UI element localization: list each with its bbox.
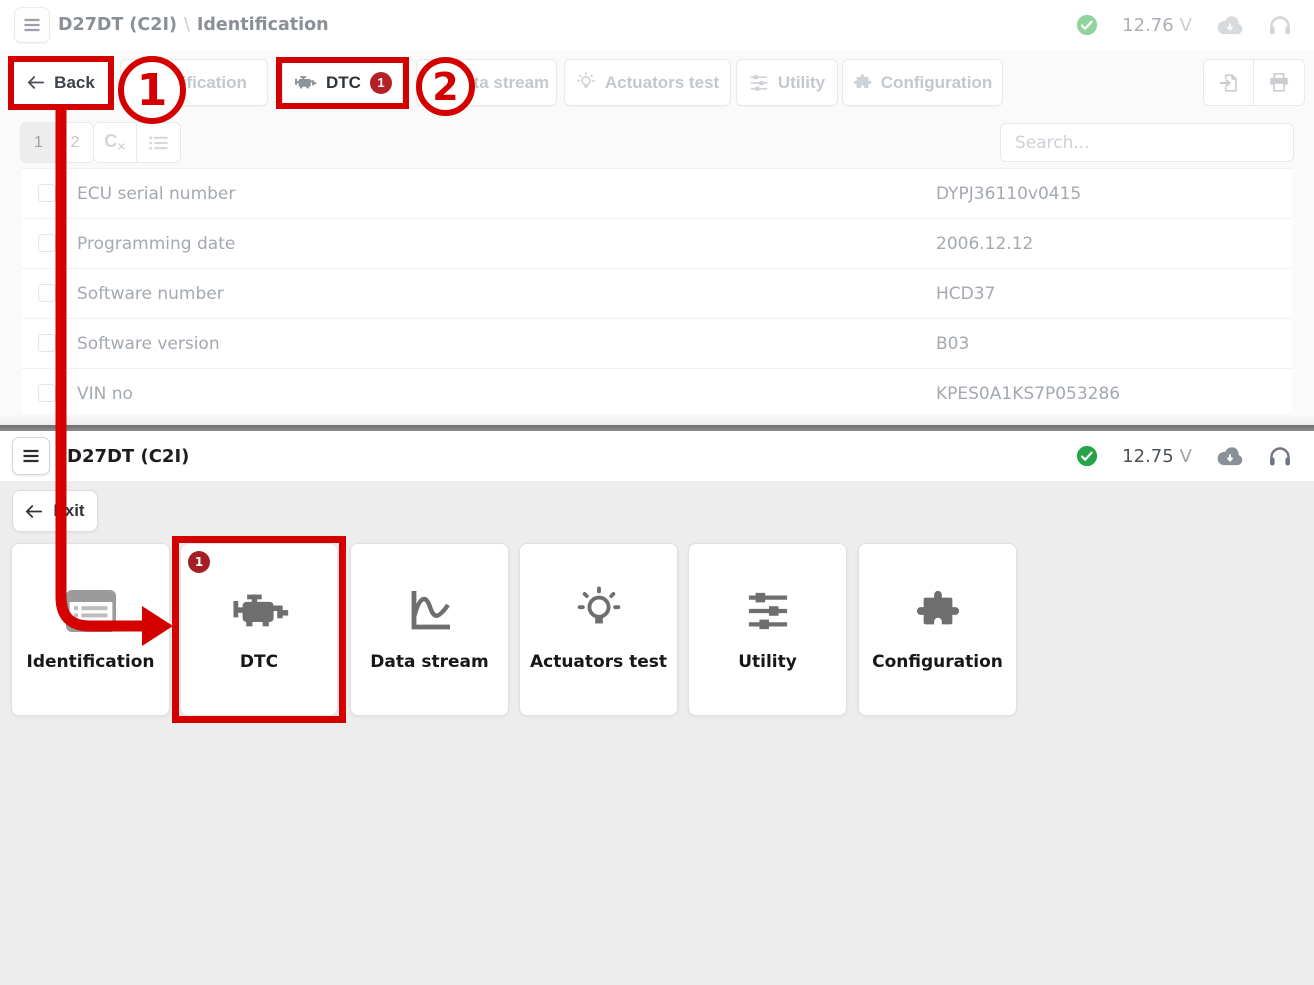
back-button[interactable]: Back (10, 59, 112, 106)
battery-voltage: 12.75 V (1122, 446, 1192, 467)
clear-codes-icon: C✕ (104, 132, 125, 153)
identification-table: ECU serial number DYPJ36110v0415 Program… (22, 168, 1292, 419)
battery-voltage: 12.76 V (1122, 15, 1192, 36)
dtc-count-badge: 1 (188, 551, 210, 573)
row-checkbox[interactable] (38, 284, 56, 302)
connection-check-icon (1076, 14, 1098, 36)
breadcrumb: D27DT (C2I) \ Identification (58, 0, 329, 50)
bulb-icon (576, 72, 596, 93)
tab-configuration[interactable]: Configuration (842, 59, 1003, 106)
headset-icon[interactable] (1268, 444, 1292, 468)
card-identification[interactable]: Identification (11, 543, 170, 716)
table-row[interactable]: VIN no KPES0A1KS7P053286 (22, 369, 1292, 419)
status-area: 12.76 V (1076, 0, 1292, 50)
row-checkbox[interactable] (38, 184, 56, 202)
ecu-title: D27DT (C2I) (67, 431, 189, 481)
card-configuration[interactable]: Configuration (858, 543, 1017, 716)
sliders-icon (689, 580, 846, 642)
puzzle-icon (853, 73, 872, 92)
table-row[interactable]: Software version B03 (22, 319, 1292, 369)
card-dtc[interactable]: 1 DTC (180, 543, 338, 716)
tab-dtc[interactable]: DTC 1 (282, 59, 403, 106)
id-card-icon (12, 580, 169, 642)
headset-icon[interactable] (1268, 13, 1292, 37)
bottom-app-bar: D27DT (C2I) 12.75 V (0, 431, 1314, 481)
print-button[interactable] (1254, 59, 1305, 106)
printer-icon (1268, 72, 1290, 93)
screen-system-menu: D27DT (C2I) 12.75 V Exit Identif (0, 431, 1314, 985)
puzzle-icon (859, 580, 1016, 642)
row-checkbox[interactable] (38, 384, 56, 402)
search-input[interactable] (1000, 123, 1294, 162)
cloud-download-icon[interactable] (1216, 446, 1244, 466)
menu-button[interactable] (12, 437, 50, 475)
card-data-stream[interactable]: Data stream (350, 543, 509, 716)
row-checkbox[interactable] (38, 334, 56, 352)
clear-codes-button[interactable]: C✕ (93, 122, 137, 163)
screen-identification: D27DT (C2I) \ Identification 12.76 V Bac… (0, 0, 1314, 425)
chart-icon (351, 580, 508, 642)
page-1-button[interactable]: 1 (20, 122, 57, 163)
back-arrow-icon (25, 504, 43, 519)
chart-icon (424, 73, 443, 92)
table-row[interactable]: ECU serial number DYPJ36110v0415 (22, 169, 1292, 219)
page-switcher: 1 2 (20, 122, 94, 163)
table-row[interactable]: Programming date 2006.12.12 (22, 219, 1292, 269)
list-view-button[interactable] (137, 122, 181, 163)
exit-button[interactable]: Exit (12, 490, 98, 532)
list-tools: C✕ (93, 122, 181, 163)
table-row[interactable]: Software number HCD37 (22, 269, 1292, 319)
back-arrow-icon (27, 75, 45, 90)
tab-utility[interactable]: Utility (736, 59, 838, 106)
row-checkbox[interactable] (38, 234, 56, 252)
hamburger-icon (22, 15, 42, 35)
list-icon (149, 135, 168, 151)
connection-check-icon (1076, 445, 1098, 467)
top-app-bar: D27DT (C2I) \ Identification 12.76 V (0, 0, 1314, 50)
report-buttons (1203, 59, 1305, 106)
engine-icon (181, 580, 337, 642)
menu-button[interactable] (14, 7, 50, 43)
bulb-icon (520, 580, 677, 642)
export-icon (1218, 72, 1240, 94)
section-fade (0, 413, 1314, 425)
engine-icon (293, 74, 317, 91)
ecu-title: D27DT (C2I) (58, 15, 177, 35)
page-2-button[interactable]: 2 (57, 122, 94, 163)
breadcrumb-separator: \ (184, 15, 190, 35)
sliders-icon (749, 74, 769, 92)
export-button[interactable] (1203, 59, 1254, 106)
dtc-count-badge: 1 (370, 72, 392, 94)
card-utility[interactable]: Utility (688, 543, 847, 716)
status-area: 12.75 V (1076, 431, 1292, 481)
tab-identification[interactable]: Identification (120, 59, 268, 106)
card-actuators-test[interactable]: Actuators test (519, 543, 678, 716)
cloud-download-icon[interactable] (1216, 15, 1244, 35)
tab-actuators-test[interactable]: Actuators test (564, 59, 731, 106)
page-title: Identification (197, 15, 329, 35)
hamburger-icon (21, 446, 41, 466)
tab-data-stream[interactable]: Data stream (416, 59, 557, 106)
